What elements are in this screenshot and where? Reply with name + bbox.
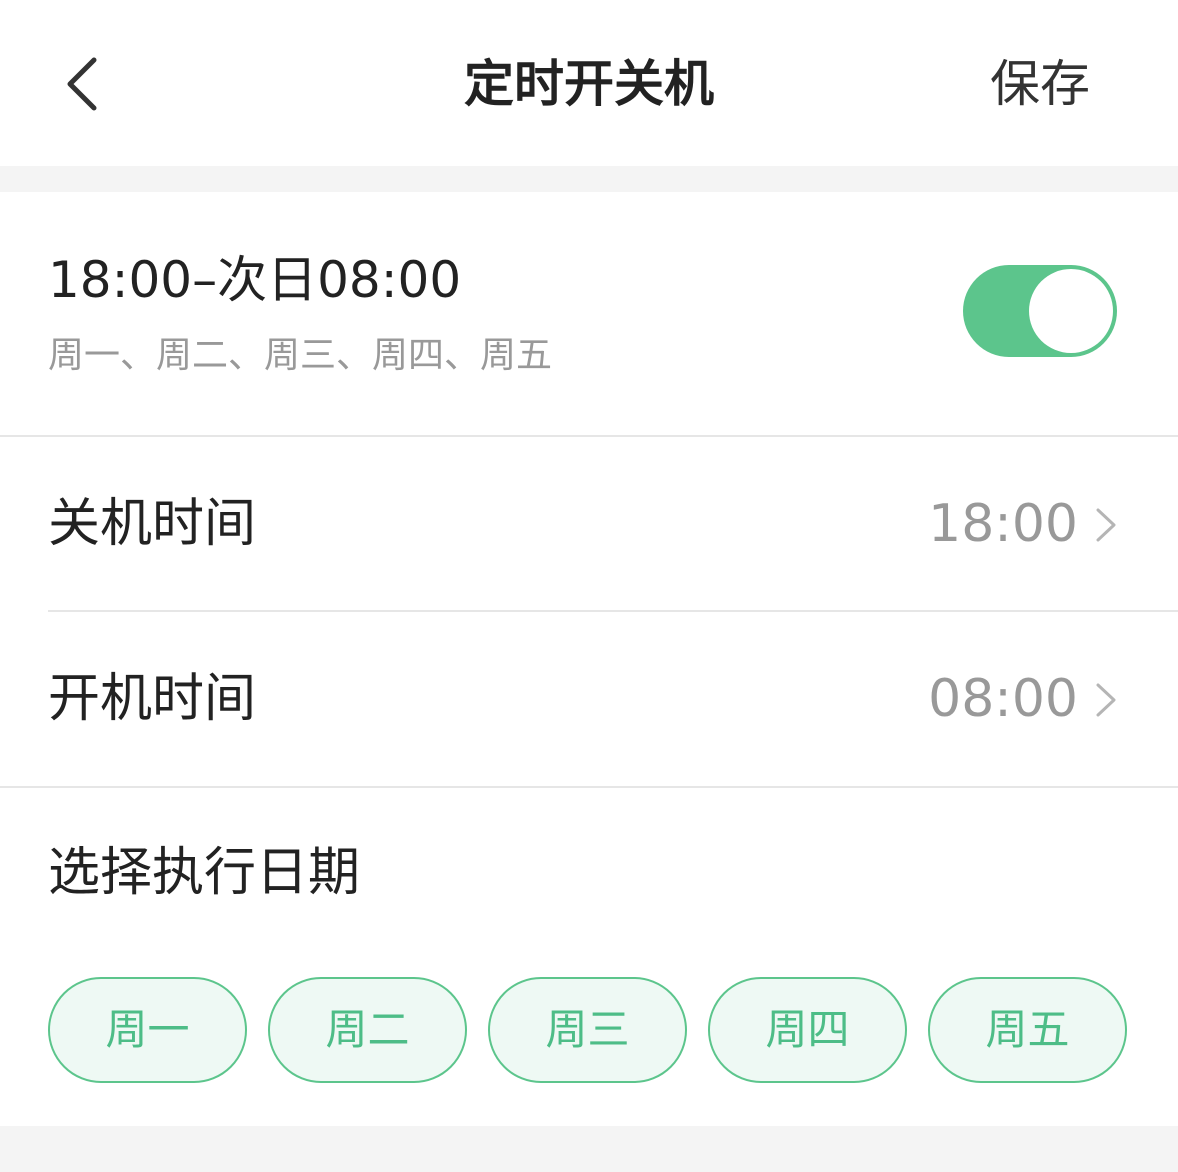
schedule-toggle[interactable] (963, 265, 1117, 357)
shutdown-time-label: 关机时间 (48, 494, 257, 554)
day-chip-tuesday[interactable]: 周二 (268, 977, 467, 1083)
chevron-right-icon (1096, 683, 1116, 717)
summary-days: 周一、周二、周三、周四、周五 (48, 335, 553, 376)
schedule-card: 18:00–次日08:00 周一、周二、周三、周四、周五 关机时间 18:00 … (0, 192, 1178, 1126)
day-chip-group: 周一 周二 周三 周四 周五 (48, 977, 1129, 1083)
chevron-right-icon (1096, 508, 1116, 542)
shutdown-time-row[interactable]: 关机时间 18:00 (0, 437, 1178, 611)
day-chip-friday[interactable]: 周五 (928, 977, 1127, 1083)
shutdown-time-value: 18:00 (928, 494, 1078, 554)
schedule-summary: 18:00–次日08:00 周一、周二、周三、周四、周五 (0, 192, 1178, 435)
execution-days-title: 选择执行日期 (48, 843, 361, 903)
divider (0, 786, 1178, 788)
header-bar: 定时开关机 保存 (0, 0, 1178, 166)
startup-time-row[interactable]: 开机时间 08:00 (0, 612, 1178, 786)
day-chip-wednesday[interactable]: 周三 (488, 977, 687, 1083)
toggle-knob (1029, 269, 1113, 353)
day-chip-monday[interactable]: 周一 (48, 977, 247, 1083)
save-button[interactable]: 保存 (990, 52, 1090, 116)
startup-time-value: 08:00 (928, 669, 1078, 729)
day-chip-thursday[interactable]: 周四 (708, 977, 907, 1083)
startup-time-label: 开机时间 (48, 669, 257, 729)
summary-time-range: 18:00–次日08:00 (48, 251, 462, 309)
